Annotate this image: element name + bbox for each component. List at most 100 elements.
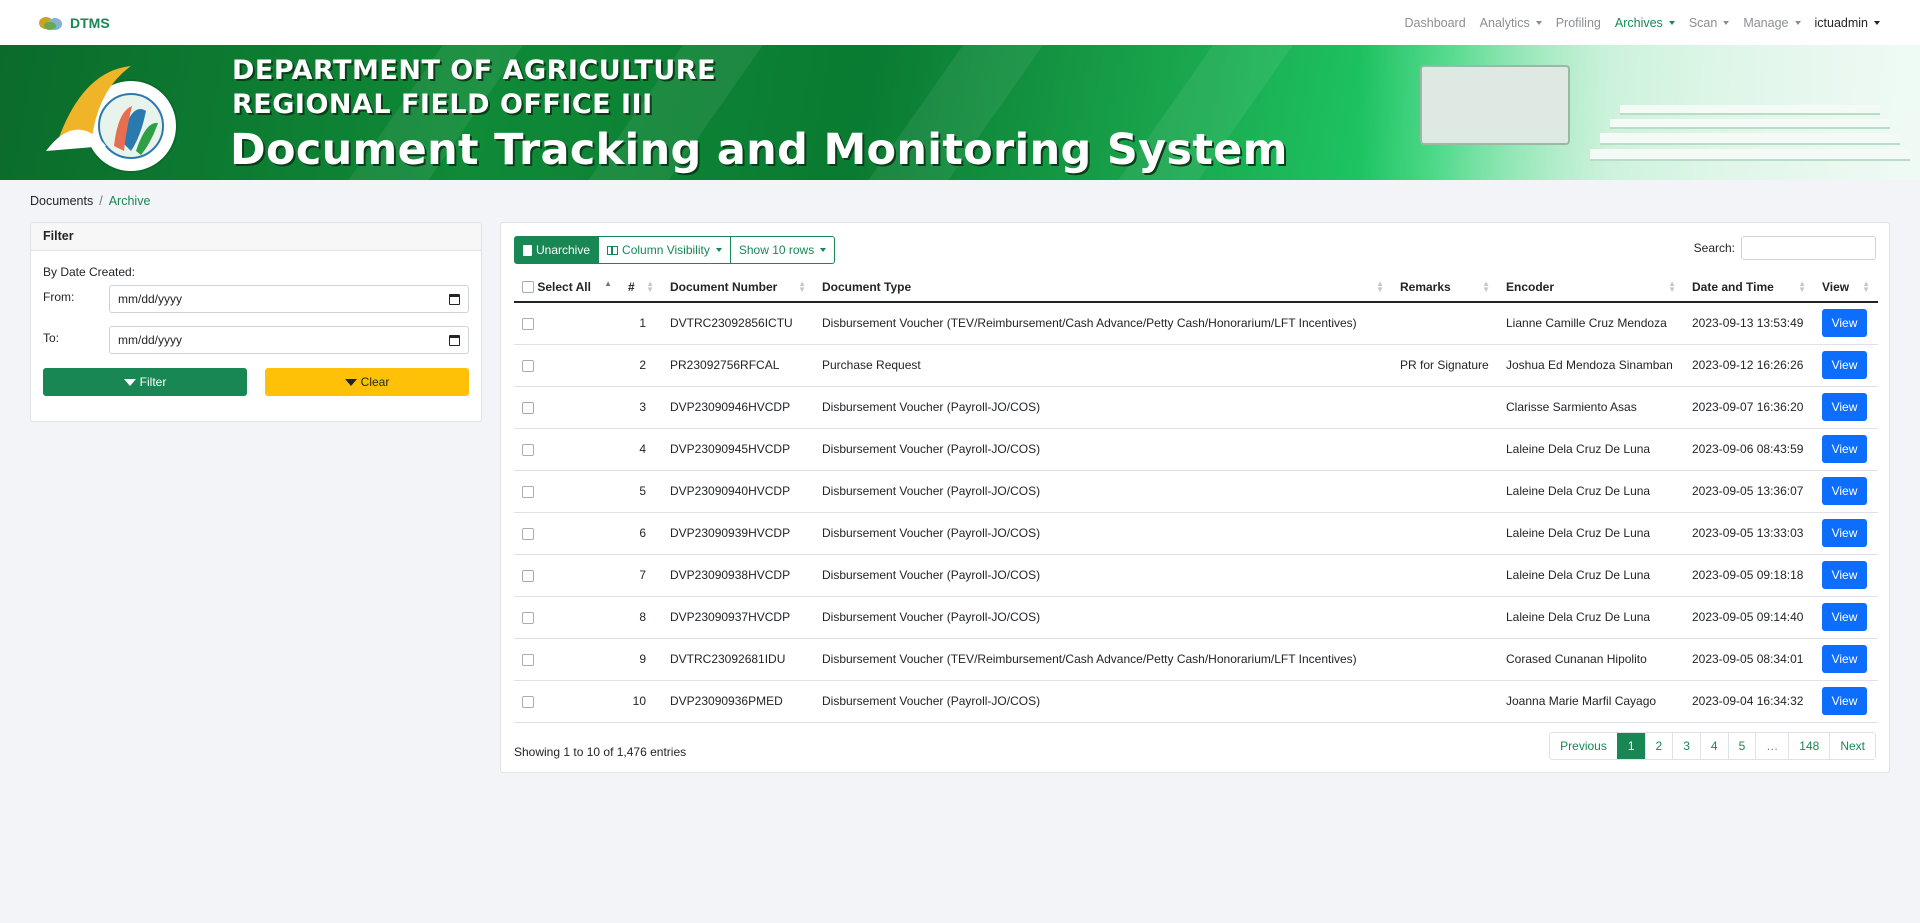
table-row: 10 DVP23090936PMED Disbursement Voucher (P… — [514, 680, 1878, 723]
row-remarks — [1392, 428, 1498, 471]
col-document-number[interactable]: Document Number ▲ ▼ — [662, 272, 814, 303]
row-encoder: Laleine Dela Cruz De Luna — [1498, 554, 1684, 597]
row-date-time: 2023-09-07 16:36:20 — [1684, 386, 1814, 429]
table-row: 5 DVP23090940HVCDP Disbursement Voucher (P… — [514, 470, 1878, 513]
view-button-label: View — [1831, 400, 1858, 414]
nav-item-analytics[interactable]: Analytics — [1480, 16, 1542, 30]
pagination-page[interactable]: 4 — [1699, 733, 1728, 759]
filter-button[interactable]: Filter — [43, 368, 247, 396]
sort-icon: ▲ ▼ — [798, 279, 806, 294]
to-date-input[interactable]: mm/dd/yyyy — [109, 326, 469, 354]
row-checkbox[interactable] — [522, 569, 534, 582]
col-document-type[interactable]: Document Type ▲ ▼ — [814, 272, 1392, 303]
row-view-cell: View — [1814, 302, 1878, 345]
col-date-time[interactable]: Date and Time ▲ ▼ — [1684, 272, 1814, 303]
view-button[interactable]: View — [1822, 351, 1867, 379]
view-button[interactable]: View — [1822, 561, 1867, 589]
select-all-checkbox[interactable] — [522, 281, 534, 294]
pagination-page[interactable]: 2 — [1644, 733, 1673, 759]
table-row: 8 DVP23090937HVCDP Disbursement Voucher (P… — [514, 596, 1878, 639]
row-checkbox-cell — [514, 638, 620, 681]
view-button[interactable]: View — [1822, 393, 1867, 421]
row-checkbox[interactable] — [522, 443, 534, 456]
chevron-down-icon — [820, 248, 827, 252]
nav-label: Manage — [1743, 15, 1789, 30]
row-date-time: 2023-09-05 13:33:03 — [1684, 512, 1814, 555]
clear-filter-icon — [344, 378, 357, 386]
search-input[interactable] — [1741, 236, 1876, 260]
pagination-page[interactable]: 148 — [1788, 733, 1829, 759]
view-button-label: View — [1831, 652, 1858, 666]
view-button-label: View — [1831, 442, 1858, 456]
show-rows-button[interactable]: Show 10 rows — [730, 236, 836, 264]
pagination-page[interactable]: 3 — [1672, 733, 1700, 759]
nav-item-profiling[interactable]: Profiling — [1556, 16, 1601, 30]
column-visibility-button[interactable]: Column Visibility — [599, 236, 731, 264]
top-navbar: DTMS Dashboard Analytics Profiling Archi… — [0, 0, 1920, 45]
view-button[interactable]: View — [1822, 309, 1867, 338]
row-checkbox[interactable] — [522, 485, 534, 498]
col-label: Date and Time — [1692, 279, 1774, 294]
clear-button[interactable]: Clear — [265, 368, 469, 396]
unarchive-button[interactable]: Unarchive — [514, 236, 600, 264]
banner-title-line1: DEPARTMENT OF AGRICULTURE — [232, 55, 717, 86]
pagination-page[interactable]: 5 — [1727, 733, 1756, 759]
row-checkbox[interactable] — [522, 318, 534, 331]
sort-icon: ▲ ▼ — [1668, 279, 1676, 294]
nav-item-scan[interactable]: Scan — [1689, 16, 1730, 30]
nav-label: Analytics — [1479, 15, 1530, 30]
paper-stack — [1600, 133, 1900, 145]
table-row: 4 DVP23090945HVCDP Disbursement Voucher (P… — [514, 428, 1878, 471]
pagination-page[interactable]: 1 — [1616, 733, 1645, 759]
col-number[interactable]: # ▲ ▼ — [620, 272, 662, 303]
view-button[interactable]: View — [1822, 519, 1867, 547]
row-date-time: 2023-09-12 16:26:26 — [1684, 344, 1814, 387]
row-number: 3 — [620, 386, 662, 429]
row-date-time: 2023-09-05 08:34:01 — [1684, 638, 1814, 681]
col-select-all[interactable]: Select All ▲ — [514, 272, 620, 303]
row-checkbox[interactable] — [522, 401, 534, 414]
row-checkbox[interactable] — [522, 359, 534, 372]
pagination-next[interactable]: Next — [1829, 733, 1875, 759]
col-label: # — [628, 279, 635, 294]
row-checkbox[interactable] — [522, 611, 534, 624]
chevron-down-icon — [1668, 20, 1675, 25]
row-remarks — [1392, 638, 1498, 681]
row-document-number: DVP23090940HVCDP — [662, 470, 814, 513]
row-checkbox[interactable] — [522, 527, 534, 540]
row-checkbox[interactable] — [522, 695, 534, 708]
nav-item-dashboard[interactable]: Dashboard — [1405, 16, 1466, 30]
row-remarks — [1392, 386, 1498, 429]
from-date-input[interactable]: mm/dd/yyyy — [109, 285, 469, 313]
row-encoder: Joshua Ed Mendoza Sinamban — [1498, 344, 1684, 387]
row-number: 1 — [620, 302, 662, 345]
col-label: View — [1822, 279, 1850, 294]
nav-item-archives[interactable]: Archives — [1615, 16, 1675, 30]
user-name: ictuadmin — [1814, 15, 1869, 30]
view-button[interactable]: View — [1822, 645, 1867, 673]
user-menu[interactable]: ictuadmin — [1814, 15, 1880, 30]
view-button[interactable]: View — [1822, 603, 1867, 631]
col-view[interactable]: View ▲ ▼ — [1814, 272, 1878, 303]
row-document-number: DVTRC23092856ICTU — [662, 302, 814, 345]
brand[interactable]: DTMS — [38, 14, 110, 32]
row-encoder: Laleine Dela Cruz De Luna — [1498, 470, 1684, 513]
row-document-number: DVP23090946HVCDP — [662, 386, 814, 429]
breadcrumb-documents[interactable]: Documents — [30, 194, 93, 208]
view-button[interactable]: View — [1822, 435, 1867, 463]
calendar-icon[interactable] — [449, 293, 460, 305]
row-document-type: Disbursement Voucher (TEV/Reimbursement/… — [814, 638, 1392, 681]
calendar-icon[interactable] — [449, 334, 460, 346]
view-button[interactable]: View — [1822, 477, 1867, 505]
chevron-down-icon — [715, 248, 722, 252]
col-remarks[interactable]: Remarks ▲ ▼ — [1392, 272, 1498, 303]
row-view-cell: View — [1814, 512, 1878, 555]
col-encoder[interactable]: Encoder ▲ ▼ — [1498, 272, 1684, 303]
pagination-previous[interactable]: Previous — [1550, 733, 1617, 759]
table-row: 7 DVP23090938HVCDP Disbursement Voucher (P… — [514, 554, 1878, 597]
column-visibility-label: Column Visibility — [622, 243, 710, 257]
nav-item-manage[interactable]: Manage — [1743, 15, 1801, 30]
view-button[interactable]: View — [1822, 687, 1867, 715]
laptop-shape — [1420, 65, 1570, 145]
row-checkbox[interactable] — [522, 653, 534, 666]
